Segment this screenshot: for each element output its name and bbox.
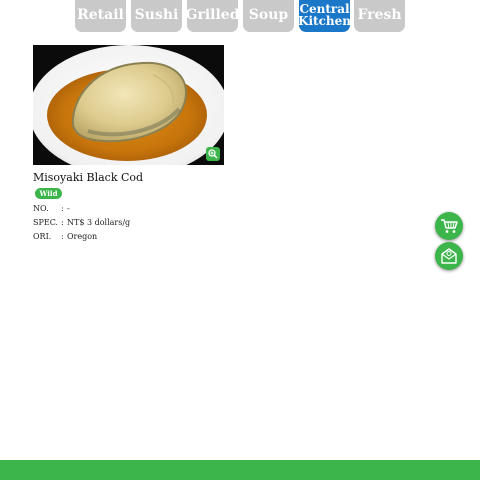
product-image[interactable] bbox=[33, 45, 224, 165]
tab-grilled[interactable]: Grilled bbox=[185, 0, 240, 32]
tab-label: Retail bbox=[77, 7, 124, 23]
spec-label: SPEC. bbox=[33, 218, 59, 227]
zoom-in-icon[interactable] bbox=[206, 147, 220, 161]
tab-fresh[interactable]: Fresh bbox=[354, 0, 405, 32]
spec-value: - bbox=[67, 204, 70, 213]
spec-row-origin: ORI.: Oregon bbox=[33, 232, 97, 241]
spec-label: NO. bbox=[33, 204, 49, 213]
spec-label: ORI. bbox=[33, 232, 52, 241]
tab-retail[interactable]: Retail bbox=[75, 0, 126, 32]
wild-badge: Wild bbox=[35, 188, 62, 199]
shopping-cart-icon bbox=[441, 219, 458, 233]
spec-row-no: NO.: - bbox=[33, 204, 70, 213]
tab-label: Soup bbox=[248, 7, 289, 23]
spec-value: NT$ 3 dollars/g bbox=[67, 218, 131, 227]
inquiry-mail-button[interactable] bbox=[435, 242, 463, 270]
mail-inquiry-icon bbox=[441, 248, 457, 264]
spec-value: Oregon bbox=[67, 232, 98, 241]
tab-label: Grilled bbox=[185, 7, 240, 23]
tab-label: Sushi bbox=[134, 7, 179, 23]
tab-sushi[interactable]: Sushi bbox=[131, 0, 182, 32]
tab-central-kitchen[interactable]: Central Kitchen bbox=[298, 0, 351, 32]
tab-soup[interactable]: Soup bbox=[243, 0, 294, 32]
tab-label-line2: Kitchen bbox=[298, 14, 351, 28]
category-tabs: Retail Sushi Grilled Soup Central Kitche… bbox=[0, 0, 480, 32]
add-to-cart-button[interactable] bbox=[435, 212, 463, 240]
footer-bar bbox=[0, 460, 480, 480]
product-name: Misoyaki Black Cod bbox=[33, 171, 144, 184]
spec-row-spec: SPEC.: NT$ 3 dollars/g bbox=[33, 218, 130, 227]
tab-label: Fresh bbox=[357, 7, 402, 23]
plate-fish-illustration bbox=[33, 45, 224, 165]
